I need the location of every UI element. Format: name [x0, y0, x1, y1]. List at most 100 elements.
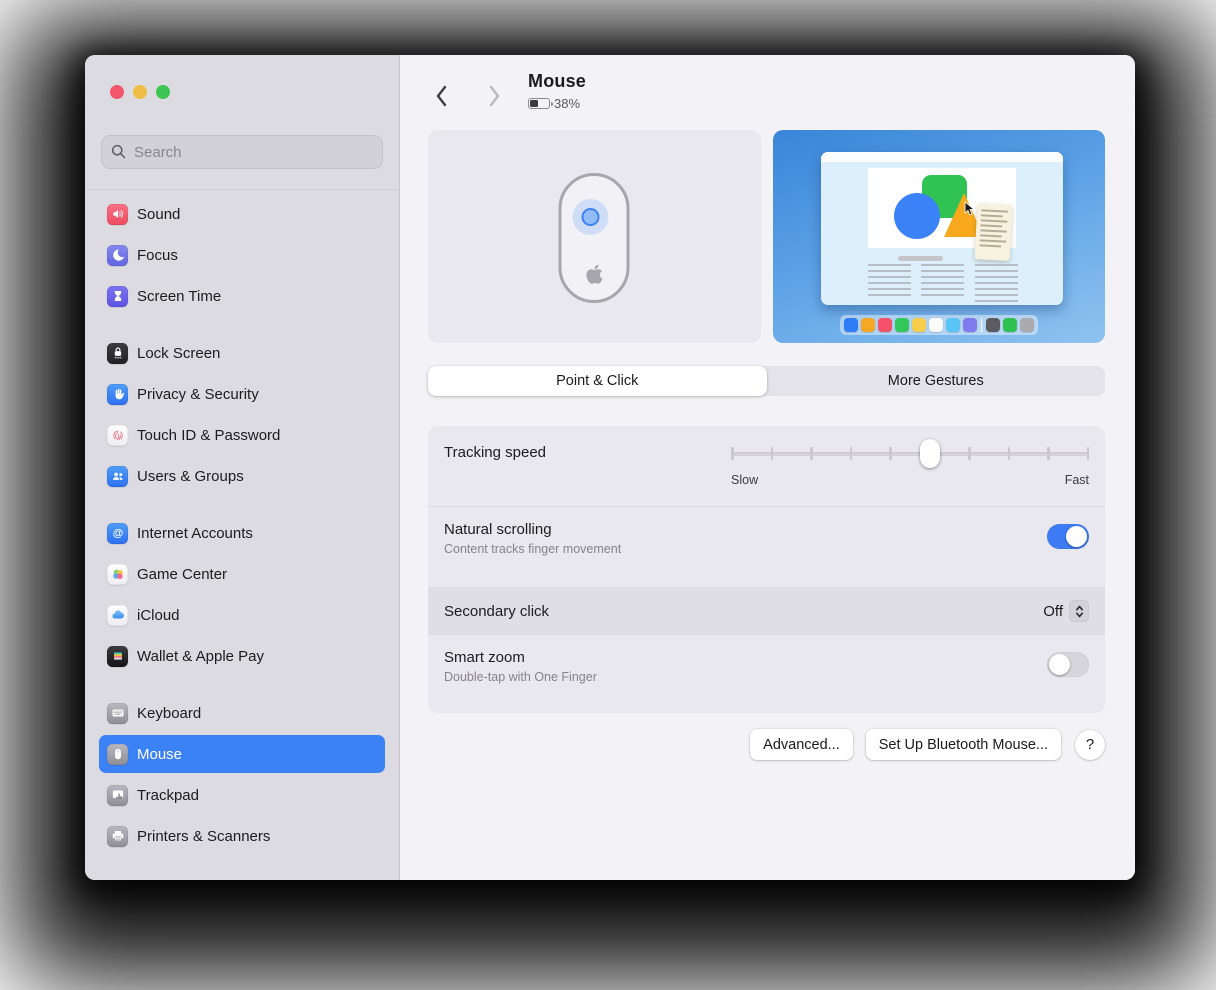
dock-app-icon [928, 318, 943, 332]
close-window-button[interactable] [110, 85, 124, 99]
trackpad-icon [107, 784, 128, 806]
sidebar-item-touch-id-password[interactable]: Touch ID & Password [99, 416, 385, 454]
search-icon [111, 144, 126, 159]
setup-bluetooth-mouse-button[interactable]: Set Up Bluetooth Mouse... [865, 729, 1061, 760]
sidebar-item-trackpad[interactable]: Trackpad [99, 776, 385, 814]
tracking-speed-row: Tracking speed Slow Fast [428, 426, 1105, 506]
sidebar-item-label: iCloud [137, 606, 180, 624]
sidebar-item-label: Keyboard [137, 704, 202, 722]
minimize-window-button[interactable] [133, 85, 147, 99]
click-indicator-dot [581, 208, 600, 226]
speaker-icon [107, 203, 128, 225]
dock-app-icon [843, 318, 858, 332]
forward-button[interactable] [484, 83, 504, 109]
sidebar-item-internet-accounts[interactable]: @ Internet Accounts [99, 514, 385, 552]
natural-scrolling-row: Natural scrolling Content tracks finger … [428, 507, 1105, 587]
hourglass-icon [107, 285, 128, 307]
slider-tick [810, 447, 813, 460]
sidebar-item-game-center[interactable]: Game Center [99, 555, 385, 593]
sidebar-item-icloud[interactable]: iCloud [99, 596, 385, 634]
smart-zoom-label: Smart zoom [444, 649, 525, 666]
slider-tick [1047, 447, 1050, 460]
sidebar-item-label: Touch ID & Password [137, 426, 281, 444]
slider-knob[interactable] [919, 439, 940, 468]
dock-app-icon [894, 318, 909, 332]
secondary-click-label: Secondary click [444, 602, 550, 620]
lock-icon [107, 342, 128, 364]
wallet-icon [107, 645, 128, 667]
dock-app-icon [911, 318, 926, 332]
smart-zoom-row: Smart zoom Double-tap with One Finger [428, 635, 1105, 713]
back-button[interactable] [432, 83, 452, 109]
smart-zoom-toggle[interactable] [1047, 652, 1089, 677]
slider-min-label: Slow [731, 473, 759, 487]
title-block: Mouse 38% [528, 71, 586, 111]
preview-text-lines [974, 264, 1018, 302]
screen: Sound Focus Screen Time Lock Screen Privacy … [0, 0, 1216, 990]
sidebar-item-mouse[interactable]: Mouse [99, 735, 385, 773]
magic-mouse-graphic [558, 173, 630, 303]
search-input[interactable] [101, 135, 383, 169]
sidebar-group: @ Internet Accounts Game Center iCloud Walle… [99, 514, 385, 675]
sidebar-item-focus[interactable]: Focus [99, 236, 385, 274]
sidebar-item-screen-time[interactable]: Screen Time [99, 277, 385, 315]
tab-point-and-click[interactable]: Point & Click [428, 366, 767, 396]
dock-app-icon [1019, 318, 1034, 332]
natural-scrolling-toggle[interactable] [1047, 524, 1089, 549]
dock-app-icon [877, 318, 892, 332]
preview-text-lines [920, 264, 964, 297]
slider-end-labels: Slow Fast [731, 473, 1089, 487]
tracking-speed-slider-block: Slow Fast [731, 426, 1089, 506]
keyboard-icon [107, 702, 128, 724]
tab-more-gestures[interactable]: More Gestures [767, 366, 1106, 396]
printer-icon [107, 825, 128, 847]
mouse-illustration-card [428, 130, 761, 343]
pane-content: Point & Click More Gestures Tracking spe… [400, 130, 1135, 760]
sidebar-group: Lock Screen Privacy & Security Touch ID & … [99, 334, 385, 495]
sidebar-list: Sound Focus Screen Time Lock Screen Privacy … [85, 190, 399, 855]
dock-app-icon [962, 318, 977, 332]
sidebar-item-lock-screen[interactable]: Lock Screen [99, 334, 385, 372]
dock-app-icon [985, 318, 1000, 332]
sidebar-item-keyboard[interactable]: Keyboard [99, 694, 385, 732]
sidebar-item-privacy-security[interactable]: Privacy & Security [99, 375, 385, 413]
help-button[interactable]: ? [1075, 729, 1105, 760]
sidebar-item-label: Screen Time [137, 287, 222, 305]
footer-buttons: Advanced... Set Up Bluetooth Mouse... ? [428, 729, 1105, 760]
secondary-click-popup[interactable]: Off [1043, 600, 1089, 622]
slider-tick [889, 447, 892, 460]
system-settings-window: Sound Focus Screen Time Lock Screen Privacy … [85, 55, 1135, 880]
sidebar-item-label: Printers & Scanners [137, 827, 271, 845]
moon-icon [107, 244, 128, 266]
tab-bar: Point & Click More Gestures [428, 366, 1105, 396]
natural-scrolling-description: Content tracks finger movement [444, 542, 622, 556]
hand-icon [107, 383, 128, 405]
secondary-click-row: Secondary click Off [428, 587, 1105, 635]
sidebar-item-users-groups[interactable]: Users & Groups [99, 457, 385, 495]
sidebar-item-label: Game Center [137, 565, 228, 583]
zoom-window-button[interactable] [156, 85, 170, 99]
gesture-preview-thumbnail[interactable] [772, 130, 1105, 343]
hero-row [428, 130, 1105, 343]
slider-tick [1007, 447, 1010, 460]
tracking-speed-slider[interactable] [731, 439, 1089, 468]
advanced-button[interactable]: Advanced... [750, 729, 853, 760]
sidebar-item-label: Internet Accounts [137, 524, 253, 542]
cursor-arrow-icon [964, 201, 975, 216]
battery-icon [528, 98, 553, 109]
popup-stepper-icon [1069, 600, 1089, 622]
at-icon: @ [107, 522, 128, 544]
slider-tick [968, 447, 971, 460]
dock-app-icon [860, 318, 875, 332]
main-pane: Mouse 38% Point & Click More Gestures Tr… [400, 55, 1135, 880]
sidebar-item-printers-scanners[interactable]: Printers & Scanners [99, 817, 385, 855]
preview-blue-circle [893, 193, 940, 239]
slider-tick [1086, 447, 1089, 460]
sidebar-group: Sound Focus Screen Time [99, 195, 385, 315]
sidebar-item-sound[interactable]: Sound [99, 195, 385, 233]
tracking-speed-label: Tracking speed [444, 444, 546, 461]
slider-ticks [731, 447, 1089, 460]
sidebar-item-wallet-apple-pay[interactable]: Wallet & Apple Pay [99, 637, 385, 675]
apple-logo-icon [586, 264, 603, 284]
secondary-click-value: Off [1043, 602, 1063, 620]
